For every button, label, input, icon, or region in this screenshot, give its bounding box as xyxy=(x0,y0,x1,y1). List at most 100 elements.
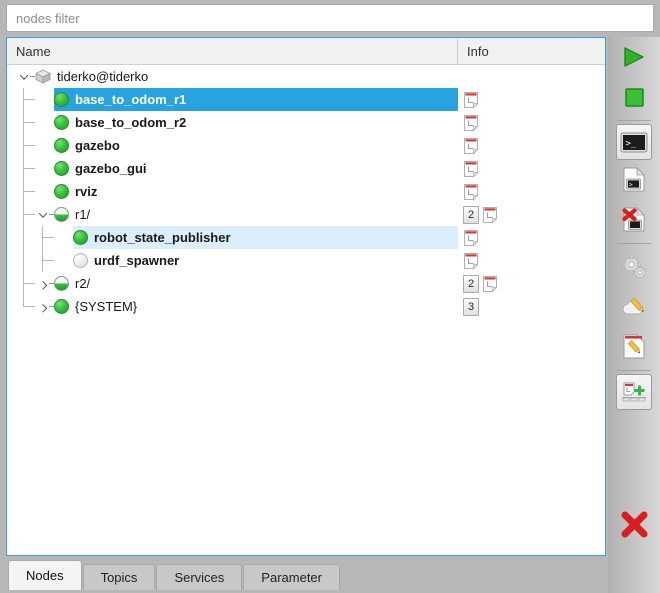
edit-cloud-button[interactable] xyxy=(614,287,654,327)
tree-row-info-cell xyxy=(458,157,605,180)
tree-row-name-cell[interactable]: gazebo_gui xyxy=(7,157,458,180)
status-circle-green xyxy=(54,184,69,199)
tree-row[interactable]: {SYSTEM} 3 xyxy=(7,295,605,318)
row-content: r2/ xyxy=(7,272,90,295)
tab-services[interactable]: Services xyxy=(156,564,243,590)
tree-row-name-cell[interactable]: tiderko@tiderko xyxy=(7,65,458,88)
tree-expander-placeholder xyxy=(55,226,68,249)
stop-square-icon xyxy=(623,86,646,109)
tree-row-info-cell xyxy=(458,134,605,157)
status-circle-green xyxy=(54,138,69,153)
status-circle-green xyxy=(73,230,88,245)
launch-note-icon[interactable] xyxy=(482,206,499,224)
column-header-info[interactable]: Info xyxy=(458,38,605,64)
tree-row-label: r1/ xyxy=(75,207,91,222)
tree-row-label: {SYSTEM} xyxy=(75,299,138,314)
red-x-icon xyxy=(620,510,649,539)
tree-row-name-cell[interactable]: r2/ xyxy=(7,272,458,295)
status-circle-green xyxy=(54,161,69,176)
launch-note-icon[interactable] xyxy=(463,183,480,201)
chevron-down-icon[interactable] xyxy=(36,203,49,226)
dynamic-reconfigure-button[interactable] xyxy=(614,247,654,287)
tree-row[interactable]: robot_state_publisher xyxy=(7,226,605,249)
tree-row-name-cell[interactable]: r1/ xyxy=(7,203,458,226)
tree-row[interactable]: r1/2 xyxy=(7,203,605,226)
tree-row-name-cell[interactable]: rviz xyxy=(7,180,458,203)
stop-button[interactable] xyxy=(614,77,654,117)
launch-note-icon[interactable] xyxy=(463,91,480,109)
tree-row-label: robot_state_publisher xyxy=(94,230,231,245)
launch-note-icon[interactable] xyxy=(463,160,480,178)
status-circle-green xyxy=(54,299,69,314)
add-launch-button[interactable] xyxy=(616,374,652,410)
tab-nodes[interactable]: Nodes xyxy=(8,560,82,590)
separator-3 xyxy=(617,370,651,371)
tree-row[interactable]: tiderko@tiderko xyxy=(7,65,605,88)
tree-row-info-cell: 2 xyxy=(458,272,605,295)
close-button[interactable] xyxy=(614,504,654,544)
column-header-name[interactable]: Name xyxy=(7,38,458,64)
tree-row[interactable]: rviz xyxy=(7,180,605,203)
tree-row-info-cell: 2 xyxy=(458,203,605,226)
tree-row-name-cell[interactable]: {SYSTEM} xyxy=(7,295,458,318)
tree-row-label: rviz xyxy=(75,184,98,199)
status-circle-half xyxy=(54,276,69,291)
row-content: base_to_odom_r2 xyxy=(7,111,186,134)
row-content: {SYSTEM} xyxy=(7,295,137,318)
tree-row[interactable]: r2/2 xyxy=(7,272,605,295)
row-highlight xyxy=(54,180,458,203)
tree-row[interactable]: base_to_odom_r2 xyxy=(7,111,605,134)
row-content: base_to_odom_r1 xyxy=(7,88,186,111)
tree-row-name-cell[interactable]: base_to_odom_r2 xyxy=(7,111,458,134)
tree-row-name-cell[interactable]: base_to_odom_r1 xyxy=(7,88,458,111)
launch-note-icon[interactable] xyxy=(482,275,499,293)
chevron-right-icon[interactable] xyxy=(36,272,49,295)
node-count-badge: 3 xyxy=(463,297,479,316)
row-content: r1/ xyxy=(7,203,90,226)
tree-row-label: base_to_odom_r1 xyxy=(75,92,187,107)
node-count-badge: 2 xyxy=(463,274,479,293)
filter-container xyxy=(6,4,654,32)
tree-row-name-cell[interactable]: robot_state_publisher xyxy=(7,226,458,249)
open-terminal-button[interactable]: >_ xyxy=(616,124,652,160)
tree-row-name-cell[interactable]: urdf_spawner xyxy=(7,249,458,272)
row-content: gazebo xyxy=(7,134,120,157)
tree-row[interactable]: gazebo_gui xyxy=(7,157,605,180)
nodes-tree-panel: Name Info tiderko@tiderko base_to_odom_r1… xyxy=(6,37,606,556)
launch-note-icon[interactable] xyxy=(463,114,480,132)
tree-row-info-cell: 3 xyxy=(458,295,605,318)
launch-note-icon[interactable] xyxy=(463,137,480,155)
start-button[interactable] xyxy=(614,37,654,77)
tab-topics[interactable]: Topics xyxy=(82,564,156,590)
chevron-down-icon[interactable] xyxy=(17,65,30,88)
status-circle-half xyxy=(54,207,69,222)
row-content: tiderko@tiderko xyxy=(7,65,148,88)
tree-row[interactable]: urdf_spawner xyxy=(7,249,605,272)
nodes-filter-input[interactable] xyxy=(6,4,654,32)
ros-node-manager-window: Name Info tiderko@tiderko base_to_odom_r1… xyxy=(0,0,660,593)
launch-note-icon[interactable] xyxy=(463,252,480,270)
host-cube-icon xyxy=(35,69,51,84)
launch-note-icon[interactable] xyxy=(463,229,480,247)
row-highlight xyxy=(54,203,458,226)
document-terminal-icon: >_ xyxy=(622,167,646,193)
tree-row-label: tiderko@tiderko xyxy=(57,69,149,84)
tree-row-label: gazebo_gui xyxy=(75,161,147,176)
tree-row-info-cell xyxy=(458,226,605,249)
tree-expander-placeholder xyxy=(36,180,49,203)
row-highlight xyxy=(54,272,458,295)
tree-row-info-cell xyxy=(458,88,605,111)
delete-log-button[interactable] xyxy=(614,200,654,240)
document-pencil-icon xyxy=(622,334,646,360)
status-circle-grey xyxy=(73,253,88,268)
tree-row[interactable]: gazebo xyxy=(7,134,605,157)
tree-row[interactable]: base_to_odom_r1 xyxy=(7,88,605,111)
gears-icon xyxy=(621,254,647,280)
tree-header: Name Info xyxy=(7,38,605,65)
show-log-button[interactable]: >_ xyxy=(614,160,654,200)
tree-row-name-cell[interactable]: gazebo xyxy=(7,134,458,157)
edit-file-button[interactable] xyxy=(614,327,654,367)
chevron-right-icon[interactable] xyxy=(36,295,49,318)
separator-1 xyxy=(617,120,651,121)
tab-parameter[interactable]: Parameter xyxy=(243,564,340,590)
